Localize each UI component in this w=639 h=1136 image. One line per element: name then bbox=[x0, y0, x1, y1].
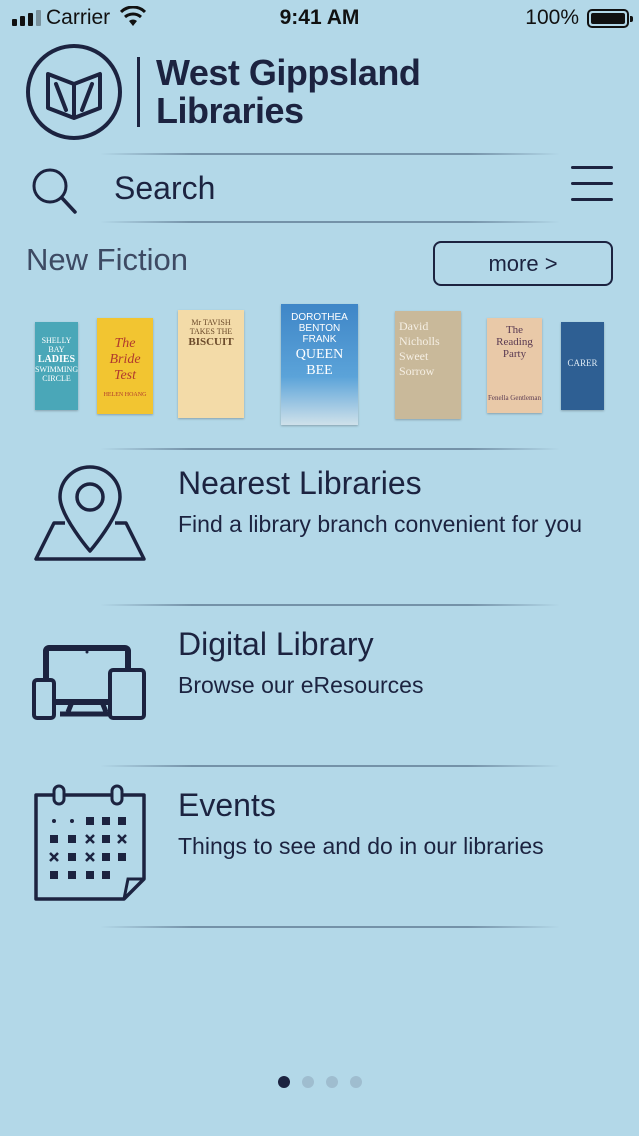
book-cover[interactable]: SHELLY BAY LADIES SWIMMING CIRCLE bbox=[35, 322, 78, 410]
book-cover[interactable]: CARER bbox=[561, 322, 604, 410]
book-cover[interactable]: David Nicholls Sweet Sorrow bbox=[395, 311, 461, 419]
more-button[interactable]: more > bbox=[433, 241, 613, 286]
divider bbox=[100, 153, 560, 155]
search-bar bbox=[0, 158, 639, 222]
divider bbox=[100, 926, 560, 928]
divider bbox=[100, 221, 560, 223]
book-cover[interactable]: DOROTHEA BENTON FRANK QUEEN BEE bbox=[281, 304, 358, 425]
item-subtitle: Browse our eResources bbox=[178, 672, 424, 698]
page-dot[interactable] bbox=[277, 1076, 290, 1088]
page-indicator[interactable] bbox=[0, 1076, 639, 1088]
calendar-icon bbox=[34, 784, 146, 901]
search-input[interactable] bbox=[114, 170, 534, 207]
item-subtitle: Things to see and do in our libraries bbox=[178, 833, 544, 859]
map-pin-icon bbox=[34, 465, 146, 561]
logo-divider bbox=[137, 57, 140, 127]
divider bbox=[100, 448, 560, 450]
devices-icon bbox=[32, 645, 146, 720]
page-dot[interactable] bbox=[301, 1076, 314, 1088]
page-dot[interactable] bbox=[325, 1076, 338, 1088]
item-title: Digital Library bbox=[178, 626, 374, 662]
library-name: West Gippsland Libraries bbox=[156, 52, 421, 131]
section-title: New Fiction bbox=[26, 242, 188, 277]
book-cover[interactable]: The Bride Test HELEN HOANG bbox=[97, 318, 153, 414]
item-title: Events bbox=[178, 787, 276, 823]
hamburger-menu-icon[interactable] bbox=[571, 166, 613, 202]
item-subtitle: Find a library branch convenient for you bbox=[178, 511, 582, 537]
nearest-libraries-item[interactable]: Nearest Libraries Find a library branch … bbox=[0, 455, 639, 595]
item-title: Nearest Libraries bbox=[178, 465, 422, 501]
open-book-logo-icon bbox=[26, 44, 122, 140]
digital-library-item[interactable]: Digital Library Browse our eResources bbox=[0, 616, 639, 756]
divider bbox=[100, 604, 560, 606]
battery-icon bbox=[587, 9, 633, 28]
book-cover[interactable]: Mr TAVISH TAKES THE BISCUIT bbox=[178, 310, 244, 418]
search-icon[interactable] bbox=[30, 166, 78, 216]
divider bbox=[100, 765, 560, 767]
page-dot[interactable] bbox=[349, 1076, 362, 1088]
events-item[interactable]: Events Things to see and do in our libra… bbox=[0, 777, 639, 917]
library-logo: West Gippsland Libraries bbox=[24, 42, 424, 142]
battery-percent: 100% bbox=[525, 6, 579, 29]
book-cover[interactable]: The Reading Party Fenella Gentleman bbox=[487, 318, 542, 413]
status-bar: Carrier 9:41 AM 100% bbox=[0, 0, 639, 36]
